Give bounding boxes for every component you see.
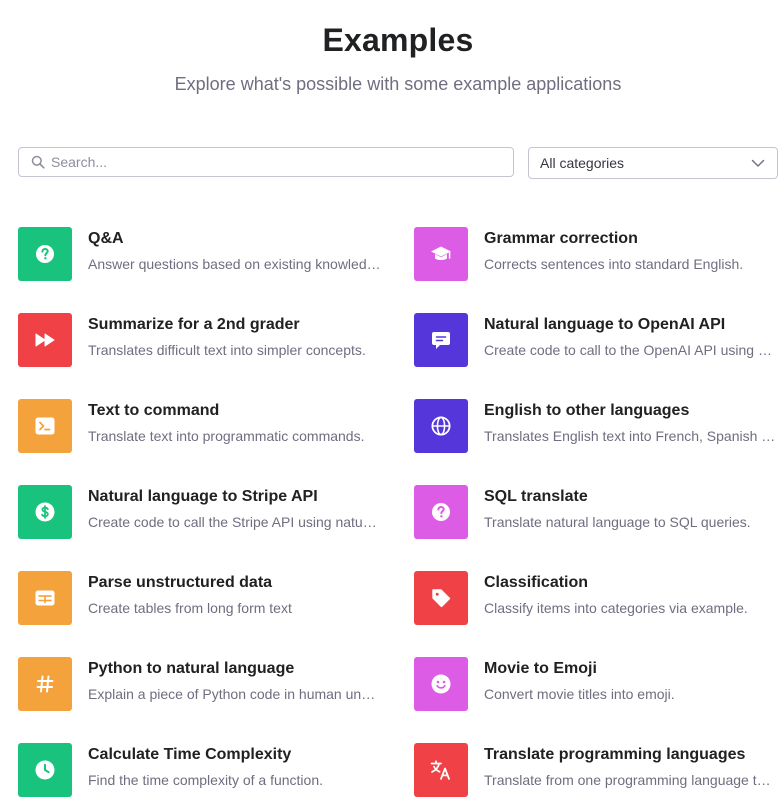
example-description: Classify items into categories via examp… xyxy=(484,600,748,616)
example-description: Translates English text into French, Spa… xyxy=(484,428,777,444)
category-select[interactable]: All categories xyxy=(528,147,778,179)
example-icon-tile xyxy=(18,657,72,711)
example-sql-translate[interactable]: SQL translate Translate natural language… xyxy=(414,485,783,541)
example-icon-tile xyxy=(414,743,468,797)
example-title: Grammar correction xyxy=(484,230,638,247)
question-circle-icon xyxy=(36,245,54,263)
example-title: Calculate Time Complexity xyxy=(88,746,292,763)
example-description: Create code to call the Stripe API using… xyxy=(88,514,381,530)
example-grammar-correction[interactable]: Grammar correction Corrects sentences in… xyxy=(414,227,783,283)
graduation-cap-icon xyxy=(431,246,451,260)
example-title: Summarize for a 2nd grader xyxy=(88,316,300,333)
example-title: Python to natural language xyxy=(88,660,295,677)
example-python-to-natural-language[interactable]: Python to natural language Explain a pie… xyxy=(18,657,388,713)
example-title: Movie to Emoji xyxy=(484,660,597,677)
example-parse-unstructured-data[interactable]: Parse unstructured data Create tables fr… xyxy=(18,571,388,627)
example-calculate-time-complexity[interactable]: Calculate Time Complexity Find the time … xyxy=(18,743,388,799)
example-summarize-2nd-grader[interactable]: Summarize for a 2nd grader Translates di… xyxy=(18,313,388,369)
search-box[interactable] xyxy=(18,147,514,177)
example-icon-tile xyxy=(414,485,468,539)
example-icon-tile xyxy=(414,227,468,281)
fast-forward-icon xyxy=(35,333,55,347)
example-title: SQL translate xyxy=(484,488,588,505)
example-classification[interactable]: Classification Classify items into categ… xyxy=(414,571,783,627)
example-title: English to other languages xyxy=(484,402,690,419)
example-icon-tile xyxy=(414,313,468,367)
example-description: Convert movie titles into emoji. xyxy=(484,686,675,702)
example-description: Translates difficult text into simpler c… xyxy=(88,342,366,358)
clock-icon xyxy=(35,760,55,780)
example-title: Natural language to Stripe API xyxy=(88,488,318,505)
example-title: Q&A xyxy=(88,230,124,247)
example-icon-tile xyxy=(18,399,72,453)
example-text-to-command[interactable]: Text to command Translate text into prog… xyxy=(18,399,388,455)
example-title: Natural language to OpenAI API xyxy=(484,316,726,333)
terminal-icon xyxy=(35,417,55,435)
example-icon-tile xyxy=(18,485,72,539)
category-select-value: All categories xyxy=(540,155,625,171)
example-description: Translate from one programming language … xyxy=(484,772,777,788)
example-icon-tile xyxy=(18,571,72,625)
example-description: Create code to call to the OpenAI API us… xyxy=(484,342,777,358)
globe-icon xyxy=(431,416,451,436)
example-icon-tile xyxy=(18,227,72,281)
translate-icon xyxy=(430,760,450,780)
search-icon xyxy=(31,155,45,169)
example-description: Translate text into programmatic command… xyxy=(88,428,365,444)
search-input[interactable] xyxy=(51,149,513,175)
example-description: Corrects sentences into standard English… xyxy=(484,256,744,272)
dollar-circle-icon xyxy=(35,502,55,522)
example-icon-tile xyxy=(18,743,72,797)
example-description: Answer questions based on existing knowl… xyxy=(88,256,381,272)
question-circle-icon xyxy=(432,503,450,521)
example-icon-tile xyxy=(414,571,468,625)
example-title: Text to command xyxy=(88,402,220,419)
example-icon-tile xyxy=(414,657,468,711)
example-icon-tile xyxy=(18,313,72,367)
page-subtitle: Explore what's possible with some exampl… xyxy=(174,74,622,94)
example-movie-to-emoji[interactable]: Movie to Emoji Convert movie titles into… xyxy=(414,657,783,713)
example-qa[interactable]: Q&A Answer questions based on existing k… xyxy=(18,227,388,283)
example-english-to-other-languages[interactable]: English to other languages Translates En… xyxy=(414,399,783,455)
example-description: Translate natural language to SQL querie… xyxy=(484,514,751,530)
chat-bubble-icon xyxy=(432,331,450,349)
example-title: Translate programming languages xyxy=(484,746,746,763)
example-description: Find the time complexity of a function. xyxy=(88,772,323,788)
example-title: Classification xyxy=(484,574,589,591)
example-description: Create tables from long form text xyxy=(88,600,292,616)
example-description: Explain a piece of Python code in human … xyxy=(88,686,381,702)
hashtag-icon xyxy=(36,675,54,693)
chevron-down-icon xyxy=(751,159,765,167)
example-nl-to-stripe-api[interactable]: Natural language to Stripe API Create co… xyxy=(18,485,388,541)
example-translate-programming-languages[interactable]: Translate programming languages Translat… xyxy=(414,743,783,799)
example-nl-to-openai-api[interactable]: Natural language to OpenAI API Create co… xyxy=(414,313,783,369)
smiley-icon xyxy=(431,674,451,694)
page-title: Examples xyxy=(322,22,474,58)
example-title: Parse unstructured data xyxy=(88,574,273,591)
example-icon-tile xyxy=(414,399,468,453)
tag-icon xyxy=(432,589,451,608)
table-icon xyxy=(35,590,55,606)
